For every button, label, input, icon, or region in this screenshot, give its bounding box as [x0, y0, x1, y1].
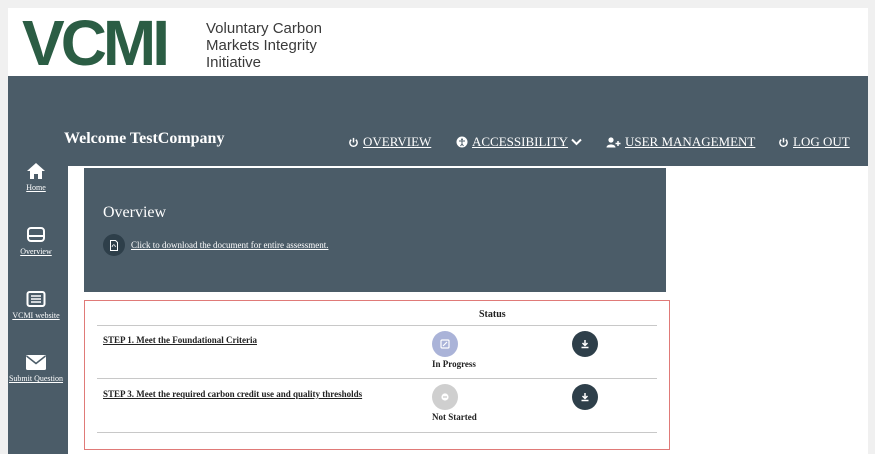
sidebar-item-label: VCMI website	[12, 311, 60, 320]
divider	[97, 378, 657, 379]
divider	[97, 432, 657, 433]
logo-name: Voluntary Carbon Markets Integrity Initi…	[206, 20, 322, 71]
logo-bar: VCMI Voluntary Carbon Markets Integrity …	[8, 8, 868, 76]
nav-logout-label: LOG OUT	[793, 134, 850, 149]
list-icon	[26, 291, 46, 307]
step-1-link[interactable]: STEP 1. Meet the Foundational Criteria	[103, 333, 257, 347]
inbox-icon	[27, 227, 45, 242]
download-icon	[581, 393, 589, 402]
nav-accessibility-label: ACCESSIBILITY	[472, 134, 569, 149]
logo-name-line: Voluntary Carbon	[206, 20, 322, 37]
download-assessment-link[interactable]: Click to download the document for entir…	[103, 234, 328, 256]
app-panel: Welcome TestCompany OVERVIEW ACCESSIBILI…	[8, 76, 868, 454]
download-assessment-text: Click to download the document for entir…	[131, 240, 329, 250]
steps-table: Status STEP 1. Meet the Foundational Cri…	[84, 300, 670, 450]
nav-logout-link[interactable]: LOG OUT	[778, 134, 850, 150]
divider	[97, 325, 657, 326]
main-content: Overview Click to download the document …	[68, 166, 868, 454]
step-3-link[interactable]: STEP 3. Meet the required carbon credit …	[103, 387, 393, 401]
nav-user-management-label: USER MANAGEMENT	[625, 134, 756, 149]
chevron-down-icon	[571, 138, 582, 146]
sidebar-item-home[interactable]: Home	[8, 162, 64, 193]
logo-name-line: Markets Integrity	[206, 37, 317, 54]
sidebar-item-submit-question[interactable]: Submit Question	[8, 354, 64, 384]
user-add-icon	[606, 136, 621, 147]
home-icon	[27, 163, 45, 179]
nav-accessibility-dropdown[interactable]: ACCESSIBILITY	[456, 134, 586, 150]
logo-name-line: Initiative	[206, 54, 262, 71]
download-icon	[581, 340, 589, 349]
pdf-icon	[103, 234, 125, 256]
nav-overview-link[interactable]: OVERVIEW	[348, 134, 431, 150]
not-started-icon	[432, 384, 458, 410]
nav-user-management-link[interactable]: USER MANAGEMENT	[606, 134, 755, 150]
overview-title: Overview	[103, 204, 167, 221]
nav-overview-label: OVERVIEW	[363, 134, 432, 149]
accessibility-icon	[456, 136, 468, 148]
sidebar-item-label: Overview	[20, 247, 52, 256]
sidebar-item-label: Home	[26, 183, 46, 192]
status-text: Not Started	[432, 412, 477, 422]
status-text: In Progress	[432, 359, 476, 369]
in-progress-icon	[432, 331, 458, 357]
download-step-3-button[interactable]	[572, 384, 598, 410]
sidebar-item-label: Submit Question	[8, 374, 63, 383]
power-icon	[779, 137, 788, 147]
status-column-header: Status	[479, 309, 506, 320]
welcome-text: Welcome TestCompany	[64, 130, 225, 147]
download-step-1-button[interactable]	[572, 331, 598, 357]
vcmi-logo[interactable]: VCMI	[22, 10, 170, 76]
power-icon	[349, 137, 358, 147]
overview-card: Overview Click to download the document …	[84, 168, 666, 292]
envelope-icon	[26, 355, 46, 370]
sidebar-item-overview[interactable]: Overview	[8, 226, 64, 257]
sidebar-item-vcmi-website[interactable]: VCMI website	[8, 290, 64, 321]
